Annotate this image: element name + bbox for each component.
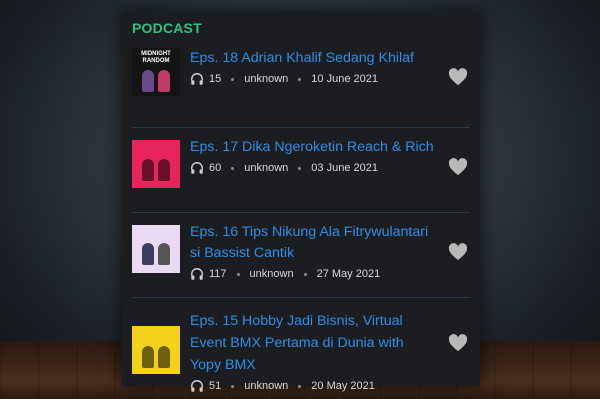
thumbnail-label: MIDNIGHT RANDOM	[141, 51, 171, 64]
episode-author: unknown	[249, 268, 294, 280]
episode-meta: 15 unknown 10 June 2021	[190, 70, 436, 88]
heart-icon[interactable]	[448, 243, 468, 261]
episode-thumbnail[interactable]	[132, 140, 180, 188]
play-count: 15	[209, 73, 222, 85]
separator-dot	[298, 384, 302, 388]
heart-icon[interactable]	[448, 334, 468, 352]
headphones-icon	[191, 73, 203, 85]
headphones-icon	[191, 162, 203, 174]
section-title: PODCAST	[132, 20, 202, 36]
episode-date: 03 June 2021	[311, 162, 378, 174]
episode-title[interactable]: Eps. 16 Tips Nikung Ala Fitrywulantari s…	[190, 222, 436, 264]
heart-icon[interactable]	[448, 158, 468, 176]
episode-item-17[interactable]: Eps. 17 Dika Ngeroketin Reach & Rich 60 …	[132, 128, 470, 213]
episode-date: 20 May 2021	[311, 380, 375, 392]
episode-author: unknown	[244, 162, 289, 174]
episode-meta: 51 unknown 20 May 2021	[190, 377, 436, 395]
episode-item-18[interactable]: MIDNIGHT RANDOM Eps. 18 Adrian Khalif Se…	[132, 44, 470, 128]
separator-dot	[231, 384, 235, 388]
separator-dot	[298, 77, 302, 81]
episode-title[interactable]: Eps. 17 Dika Ngeroketin Reach & Rich	[190, 137, 436, 158]
episode-date: 27 May 2021	[316, 268, 381, 280]
episode-item-16[interactable]: Eps. 16 Tips Nikung Ala Fitrywulantari s…	[132, 213, 470, 298]
episode-author: unknown	[244, 73, 289, 85]
episode-date: 10 June 2021	[311, 73, 378, 85]
separator-dot	[236, 272, 240, 276]
podcast-panel: PODCAST MIDNIGHT RANDOM Eps. 18 Adrian K…	[122, 12, 480, 392]
episode-thumbnail[interactable]	[132, 326, 180, 374]
episode-author: unknown	[244, 380, 289, 392]
episode-thumbnail[interactable]	[132, 225, 180, 273]
play-count: 51	[209, 380, 222, 392]
episode-thumbnail[interactable]: MIDNIGHT RANDOM	[132, 48, 180, 96]
episode-meta: 60 unknown 03 June 2021	[190, 159, 436, 177]
separator-dot	[303, 272, 307, 276]
headphones-icon	[191, 268, 203, 280]
episode-title[interactable]: Eps. 15 Hobby Jadi Bisnis, Virtual Event…	[190, 310, 436, 376]
headphones-icon	[191, 380, 203, 392]
episode-meta: 117 unknown 27 May 2021	[190, 265, 436, 283]
episode-item-15[interactable]: Eps. 15 Hobby Jadi Bisnis, Virtual Event…	[132, 298, 470, 399]
separator-dot	[298, 166, 302, 170]
play-count: 60	[209, 162, 222, 174]
episode-title[interactable]: Eps. 18 Adrian Khalif Sedang Khilaf	[190, 48, 436, 69]
heart-icon[interactable]	[448, 68, 468, 86]
play-count: 117	[209, 268, 227, 280]
separator-dot	[231, 166, 235, 170]
separator-dot	[231, 77, 235, 81]
